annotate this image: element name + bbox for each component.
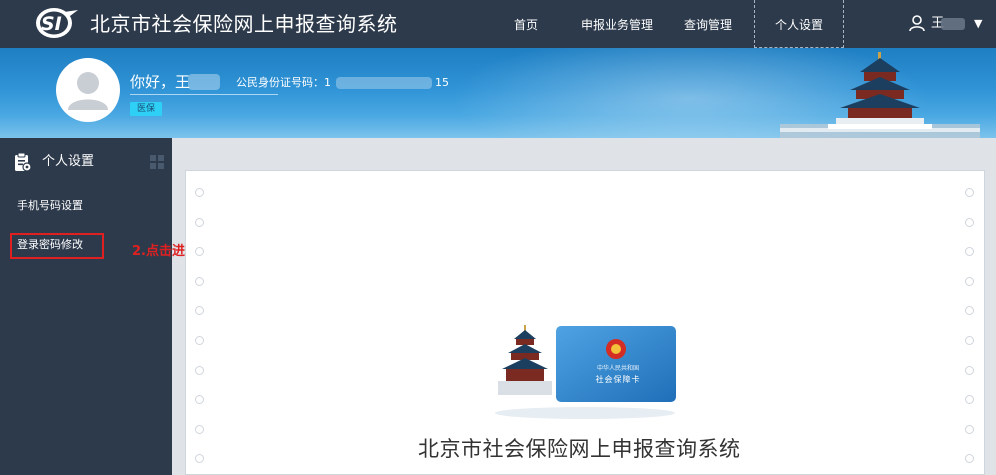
binder-hole (195, 277, 204, 286)
user-menu-caret-icon[interactable]: ▼ (974, 16, 982, 32)
binder-hole (965, 336, 974, 345)
si-logo-icon: SI (36, 8, 78, 38)
binder-hole (195, 395, 204, 404)
greeting-underline (130, 94, 278, 95)
binder-hole (195, 306, 204, 315)
svg-text:SI: SI (41, 13, 62, 35)
clipboard-settings-icon (15, 152, 32, 172)
content-panel (185, 170, 985, 475)
binder-hole (195, 336, 204, 345)
social-security-card-image (495, 325, 676, 419)
nav-declaration-management[interactable]: 申报业务管理 (572, 0, 662, 48)
avatar-person-icon (68, 72, 108, 110)
binder-hole (965, 188, 974, 197)
binder-hole (195, 454, 204, 463)
panel-title: 北京市社会保险网上申报查询系统 (418, 437, 741, 461)
id-number-tail: 15 (435, 76, 449, 89)
nav-personal-settings[interactable]: 个人设置 (754, 0, 844, 48)
nav-query-management[interactable]: 查询管理 (676, 0, 740, 48)
nav-home[interactable]: 首页 (500, 0, 552, 48)
user-name-redacted (941, 18, 965, 30)
avatar[interactable] (56, 58, 120, 122)
binder-hole (195, 425, 204, 434)
card-title-text: 社会保障卡 (595, 375, 641, 384)
card-issuer-text: 中华人民共和国 (596, 365, 639, 372)
annotation-highlight-box (10, 233, 104, 259)
binder-hole (195, 366, 204, 375)
binder-hole (195, 247, 204, 256)
grid-icon[interactable] (150, 155, 164, 169)
binder-hole (965, 277, 974, 286)
sidebar-item-phone-settings[interactable]: 手机号码设置 (17, 199, 83, 213)
binder-hole (195, 188, 204, 197)
binder-hole (965, 454, 974, 463)
binder-hole (965, 395, 974, 404)
binder-hole (965, 425, 974, 434)
insurance-badge: 医保 (130, 102, 162, 116)
binder-hole (195, 218, 204, 227)
app-title: 北京市社会保险网上申报查询系统 (90, 12, 398, 36)
temple-of-heaven-image (780, 52, 980, 138)
id-number-label: 公民身份证号码：1 (236, 76, 331, 89)
sidebar-header: 个人设置 (42, 154, 95, 169)
binder-hole (965, 247, 974, 256)
greeting-text: 你好，王 (130, 73, 191, 91)
user-icon[interactable] (908, 14, 926, 32)
id-number-redacted (336, 77, 432, 89)
sidebar (0, 138, 172, 475)
binder-hole (965, 366, 974, 375)
binder-hole (965, 218, 974, 227)
greeting-name-redacted (188, 74, 220, 90)
binder-hole (965, 306, 974, 315)
